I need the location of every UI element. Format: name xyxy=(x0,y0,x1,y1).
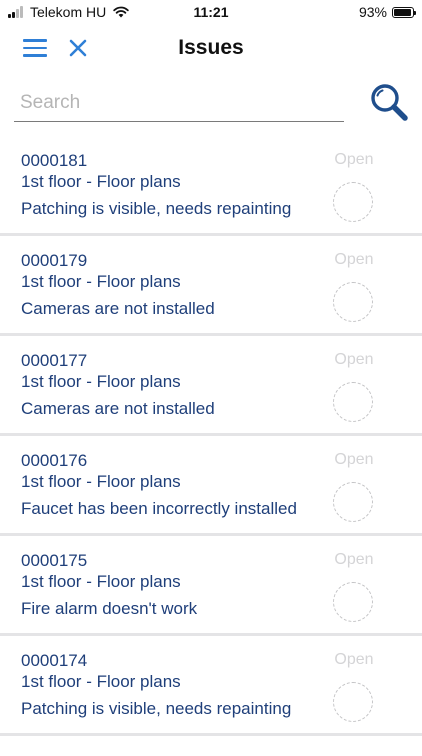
list-item[interactable]: 0000176 1st floor - Floor plans Faucet h… xyxy=(0,436,422,536)
battery-percent: 93% xyxy=(358,4,387,20)
list-item[interactable] xyxy=(0,736,422,756)
issue-id: 0000176 xyxy=(21,451,88,470)
battery-fill xyxy=(394,8,411,16)
issue-description: Faucet has been incorrectly installed xyxy=(21,499,297,518)
issue-id: 0000175 xyxy=(21,551,88,570)
list-item[interactable]: 0000181 1st floor - Floor plans Patching… xyxy=(0,136,422,236)
issue-description: Cameras are not installed xyxy=(21,299,215,318)
issues-list: 0000181 1st floor - Floor plans Patching… xyxy=(0,136,422,756)
issue-id: 0000174 xyxy=(21,651,88,670)
issue-location: 1st floor - Floor plans xyxy=(21,472,181,491)
issue-location: 1st floor - Floor plans xyxy=(21,372,181,391)
page-title: Issues xyxy=(178,36,244,59)
status-circle-icon[interactable] xyxy=(333,182,373,222)
issue-id: 0000179 xyxy=(21,251,88,270)
status-circle-icon[interactable] xyxy=(333,482,373,522)
list-item[interactable]: 0000177 1st floor - Floor plans Cameras … xyxy=(0,336,422,436)
issue-location: 1st floor - Floor plans xyxy=(21,672,181,691)
issue-location: 1st floor - Floor plans xyxy=(21,572,181,591)
issue-id: 0000177 xyxy=(21,351,88,370)
status-circle-icon[interactable] xyxy=(333,282,373,322)
status-circle-icon[interactable] xyxy=(333,582,373,622)
status-badge: Open xyxy=(334,551,374,568)
nav-bar: Issues xyxy=(0,24,422,72)
issue-location: 1st floor - Floor plans xyxy=(21,272,181,291)
status-badge: Open xyxy=(334,651,374,668)
status-circle-icon[interactable] xyxy=(333,682,373,722)
issue-description: Cameras are not installed xyxy=(21,399,215,418)
issue-description: Fire alarm doesn't work xyxy=(21,599,198,618)
issue-description: Patching is visible, needs repainting xyxy=(21,699,292,718)
search-icon[interactable] xyxy=(369,82,409,122)
search-input[interactable] xyxy=(14,84,344,122)
list-item[interactable]: 0000179 1st floor - Floor plans Cameras … xyxy=(0,236,422,336)
status-circle-icon[interactable] xyxy=(333,382,373,422)
status-badge: Open xyxy=(334,451,374,468)
issue-location: 1st floor - Floor plans xyxy=(21,172,181,191)
status-bar: Telekom HU 11:21 93% xyxy=(0,0,422,24)
list-item[interactable]: 0000175 1st floor - Floor plans Fire ala… xyxy=(0,536,422,636)
issue-description: Patching is visible, needs repainting xyxy=(21,199,292,218)
issue-id: 0000181 xyxy=(21,151,88,170)
search-area xyxy=(0,72,422,136)
status-right: 93% xyxy=(358,4,416,20)
status-badge: Open xyxy=(334,251,374,268)
battery-icon xyxy=(392,6,416,18)
list-item[interactable]: 0000174 1st floor - Floor plans Patching… xyxy=(0,636,422,736)
status-badge: Open xyxy=(334,151,374,168)
status-badge: Open xyxy=(334,351,374,368)
